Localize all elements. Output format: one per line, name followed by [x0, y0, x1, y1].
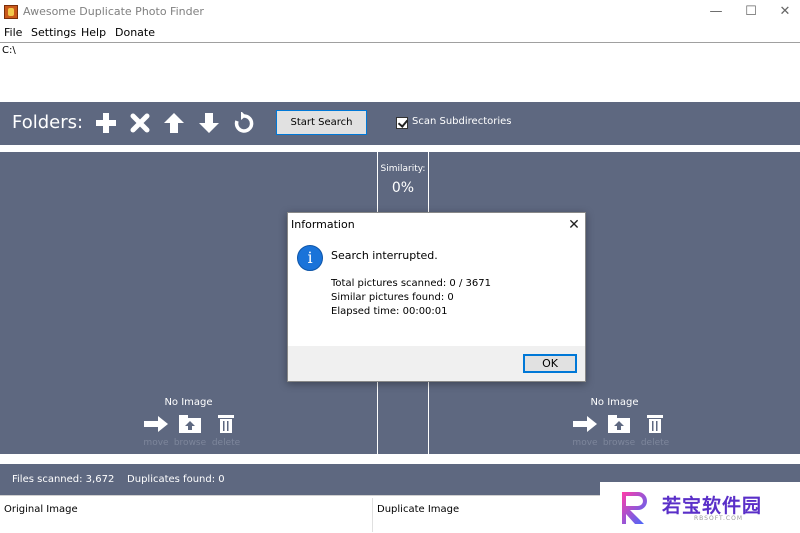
dialog-title: Information: [291, 218, 355, 231]
dialog-close-icon[interactable]: ✕: [564, 215, 584, 235]
watermark-subtext: RBSOFT.COM: [694, 515, 744, 522]
move-label: move: [572, 438, 598, 448]
watermark-text: 若宝软件园: [662, 495, 763, 517]
column-divider[interactable]: [372, 498, 373, 532]
remove-folder-icon[interactable]: [129, 112, 151, 134]
similar-found-text: Similar pictures found: 0: [331, 292, 454, 303]
minimize-button[interactable]: —: [696, 0, 736, 24]
no-image-label: No Image: [164, 397, 213, 408]
app-window: Awesome Duplicate Photo Finder — ☐ ✕ Fil…: [0, 0, 800, 533]
folders-label: Folders:: [12, 112, 84, 133]
dialog-message: Search interrupted.: [331, 249, 438, 262]
move-arrow-icon[interactable]: [142, 415, 170, 433]
window-title: Awesome Duplicate Photo Finder: [23, 5, 204, 18]
browse-folder-icon[interactable]: [176, 415, 204, 433]
move-down-icon[interactable]: [198, 112, 220, 134]
delete-label: delete: [211, 438, 241, 448]
browse-label: browse: [602, 438, 636, 448]
scan-subdirectories-label[interactable]: Scan Subdirectories: [412, 116, 511, 127]
column-header-duplicate[interactable]: Duplicate Image: [377, 504, 459, 515]
watermark: 若宝软件园 RBSOFT.COM: [600, 482, 800, 533]
info-icon: i: [297, 245, 323, 271]
no-image-label: No Image: [590, 397, 639, 408]
delete-label: delete: [640, 438, 670, 448]
dialog-footer: OK: [288, 346, 585, 381]
menu-bar: File Settings Help Donate: [0, 25, 800, 42]
similarity-label: Similarity:: [380, 164, 426, 174]
ok-button[interactable]: OK: [523, 354, 577, 373]
scan-subdirectories-checkbox[interactable]: [396, 117, 408, 129]
move-label: move: [143, 438, 169, 448]
elapsed-time-text: Elapsed time: 00:00:01: [331, 306, 448, 317]
menu-file[interactable]: File: [4, 26, 22, 39]
start-search-button[interactable]: Start Search: [276, 110, 367, 135]
menu-donate[interactable]: Donate: [115, 26, 155, 39]
folder-list-item[interactable]: C:\: [2, 45, 16, 56]
delete-trash-icon[interactable]: [641, 415, 669, 433]
menu-settings[interactable]: Settings: [31, 26, 76, 39]
folder-list[interactable]: C:\: [0, 42, 800, 102]
move-arrow-icon[interactable]: [571, 415, 599, 433]
delete-trash-icon[interactable]: [212, 415, 240, 433]
refresh-icon[interactable]: [233, 112, 255, 134]
column-header-original[interactable]: Original Image: [4, 504, 78, 515]
browse-folder-icon[interactable]: [605, 415, 633, 433]
status-text: Files scanned: 3,672 Duplicates found: 0: [12, 474, 225, 485]
browse-label: browse: [173, 438, 207, 448]
total-scanned-text: Total pictures scanned: 0 / 3671: [331, 278, 491, 289]
close-button[interactable]: ✕: [765, 0, 800, 24]
menu-help[interactable]: Help: [81, 26, 106, 39]
app-logo-icon: [4, 5, 18, 19]
watermark-logo-icon: [622, 492, 647, 524]
information-dialog: Information ✕ i Search interrupted. Tota…: [287, 212, 586, 382]
title-bar[interactable]: Awesome Duplicate Photo Finder — ☐ ✕: [0, 0, 800, 24]
similarity-value: 0%: [391, 180, 415, 196]
add-folder-icon[interactable]: [95, 112, 117, 134]
move-up-icon[interactable]: [163, 112, 185, 134]
